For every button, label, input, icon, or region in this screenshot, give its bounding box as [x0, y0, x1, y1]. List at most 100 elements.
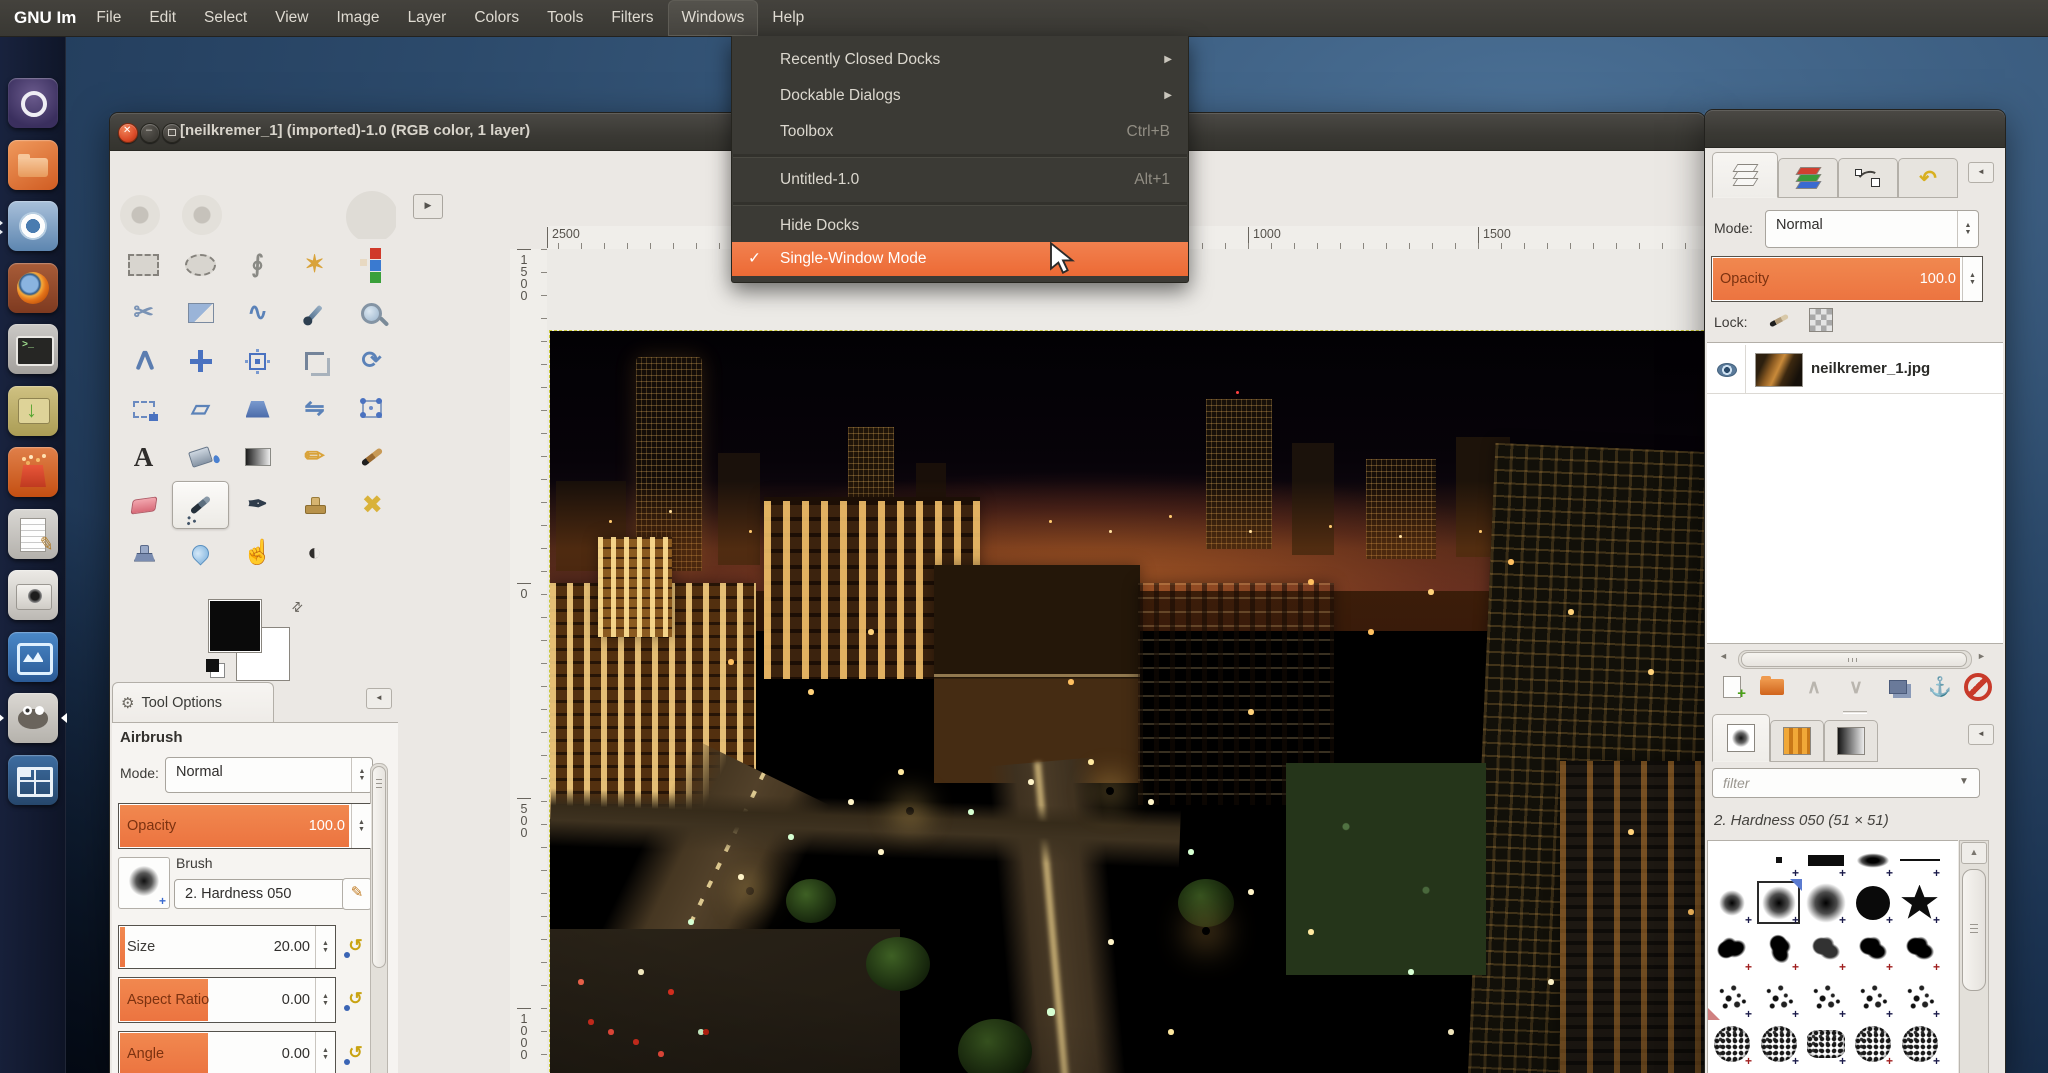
brush-cell[interactable]: [1708, 879, 1755, 926]
lock-pixels-icon[interactable]: [1767, 310, 1791, 332]
brush-cell[interactable]: [1802, 841, 1849, 879]
scroll-up-icon[interactable]: ▲: [1961, 842, 1987, 864]
menu[interactable]: Windows: [668, 0, 759, 36]
menu-item[interactable]: Hide Docks: [732, 210, 1188, 242]
menu-item[interactable]: [733, 202, 1187, 206]
brush-thumbnail[interactable]: [118, 857, 170, 909]
anchor-layer-button[interactable]: ⚓: [1925, 672, 1955, 702]
launcher-icon-ubuntu-dash[interactable]: [8, 78, 58, 128]
brush-cell[interactable]: [1755, 1020, 1802, 1067]
lower-layer-button[interactable]: ∨: [1841, 672, 1871, 702]
foreground-color-swatch[interactable]: [208, 599, 262, 653]
tab-patterns[interactable]: [1770, 720, 1824, 762]
brush-cell[interactable]: [1802, 1020, 1849, 1067]
maximize-button[interactable]: [162, 123, 182, 143]
spinner-arrows-icon[interactable]: ▲▼: [351, 804, 371, 848]
menu[interactable]: Image: [322, 0, 393, 36]
collapse-arrow-icon[interactable]: ◄: [366, 688, 392, 709]
tool-shear[interactable]: ▱: [172, 385, 229, 433]
launcher-icon-update-manager[interactable]: [8, 386, 58, 436]
menu[interactable]: File: [82, 0, 135, 36]
reset-size-button[interactable]: ↺: [342, 933, 369, 960]
tool-rotate[interactable]: ⟳: [343, 337, 400, 385]
brush-cell[interactable]: [1896, 973, 1943, 1020]
launcher-icon-text-editor[interactable]: [8, 509, 58, 559]
tool-ellipse-select[interactable]: [172, 241, 229, 289]
tool-bucket-fill[interactable]: [172, 433, 229, 481]
tool-crop[interactable]: [286, 337, 343, 385]
menu[interactable]: Help: [758, 0, 818, 36]
brush-cell[interactable]: [1849, 926, 1896, 973]
tool-scale[interactable]: [115, 385, 172, 433]
canvas-menu-button[interactable]: ▶: [413, 194, 443, 219]
tool-blur-sharpen[interactable]: [172, 529, 229, 577]
tool-dodge-burn[interactable]: ◐: [286, 529, 343, 577]
menu-item[interactable]: Toolbox Ctrl+B: [732, 114, 1188, 150]
dock-splitter-handle[interactable]: [1835, 708, 1875, 716]
menu-item[interactable]: Recently Closed Docks: [732, 42, 1188, 78]
brush-cell[interactable]: [1708, 926, 1755, 973]
tab-tool-options[interactable]: ⚙ Tool Options: [112, 682, 274, 723]
menu-item[interactable]: Untitled-1.0 Alt+1: [732, 162, 1188, 198]
brush-cell[interactable]: [1755, 841, 1802, 879]
brush-cell[interactable]: [1849, 973, 1896, 1020]
tool-scissors-select[interactable]: ✂: [115, 289, 172, 337]
tool-align[interactable]: [229, 337, 286, 385]
angle-slider[interactable]: Angle 0.00 ▲▼: [118, 1031, 336, 1073]
tool-color-picker[interactable]: [286, 289, 343, 337]
layer-opacity-slider[interactable]: Opacity 100.0 ▲▼: [1711, 256, 1983, 302]
tab-channels[interactable]: [1778, 158, 1838, 198]
brush-cell[interactable]: [1755, 973, 1802, 1020]
tool-free-select[interactable]: ∮: [229, 241, 286, 289]
brush-cell[interactable]: [1708, 1020, 1755, 1067]
tool-smudge[interactable]: ☝: [229, 529, 286, 577]
tab-undo-history[interactable]: ↶: [1898, 158, 1958, 198]
tool-ink[interactable]: ✒: [229, 481, 286, 529]
tool-heal[interactable]: ✚: [343, 481, 400, 529]
spinner-arrows-icon[interactable]: ▲▼: [315, 926, 335, 968]
tool-airbrush[interactable]: [172, 481, 229, 529]
size-slider[interactable]: Size 20.00 ▲▼: [118, 925, 336, 969]
layer-mode-select[interactable]: Normal ▲▼: [1765, 210, 1979, 248]
menu[interactable]: Tools: [533, 0, 597, 36]
tool-fuzzy-select[interactable]: ✶: [286, 241, 343, 289]
collapse-arrow-icon[interactable]: ◄: [1968, 162, 1994, 183]
brush-cell[interactable]: [1708, 841, 1755, 879]
brush-cell[interactable]: [1896, 841, 1943, 879]
menu[interactable]: View: [261, 0, 322, 36]
spinner-arrows-icon[interactable]: ▲▼: [351, 758, 372, 792]
collapse-arrow-icon[interactable]: ◄: [1968, 724, 1994, 745]
layer-row[interactable]: neilkremer_1.jpg: [1707, 345, 2003, 394]
tool-cage-transform[interactable]: [343, 385, 400, 433]
launcher-icon-system-monitor[interactable]: [8, 632, 58, 682]
brush-cell[interactable]: [1896, 1020, 1943, 1067]
tool-foreground-select[interactable]: [172, 289, 229, 337]
scrollbar-thumb[interactable]: [1962, 869, 1986, 991]
menu-item[interactable]: [733, 154, 1187, 158]
tool-perspective[interactable]: [229, 385, 286, 433]
tool-options-scrollbar[interactable]: [370, 763, 388, 1073]
brush-cell[interactable]: [1896, 879, 1943, 926]
minimize-button[interactable]: [140, 123, 160, 143]
layers-horizontal-scrollbar[interactable]: [1738, 650, 1972, 669]
tab-layers[interactable]: [1712, 152, 1778, 198]
brush-cell[interactable]: [1802, 973, 1849, 1020]
launcher-icon-gimp[interactable]: [8, 693, 58, 743]
brush-cell[interactable]: [1896, 926, 1943, 973]
swap-colors-icon[interactable]: ⇄: [288, 597, 307, 616]
scrollbar-thumb[interactable]: [1741, 652, 1967, 667]
tool-zoom[interactable]: [343, 289, 400, 337]
layer-thumbnail[interactable]: [1755, 353, 1803, 387]
brush-name-field[interactable]: 2. Hardness 050: [174, 879, 346, 909]
new-layer-group-button[interactable]: [1757, 672, 1787, 702]
menu[interactable]: Filters: [597, 0, 667, 36]
tool-flip[interactable]: ⇋: [286, 385, 343, 433]
launcher-icon-camera[interactable]: [8, 570, 58, 620]
menu[interactable]: Edit: [135, 0, 190, 36]
launcher-icon-files[interactable]: [8, 140, 58, 190]
aspect-ratio-slider[interactable]: Aspect Ratio 0.00 ▲▼: [118, 977, 336, 1023]
launcher-icon-workspace-switcher[interactable]: [8, 755, 58, 805]
tool-gradient[interactable]: [229, 433, 286, 481]
menu[interactable]: Colors: [460, 0, 533, 36]
menu[interactable]: Layer: [394, 0, 461, 36]
